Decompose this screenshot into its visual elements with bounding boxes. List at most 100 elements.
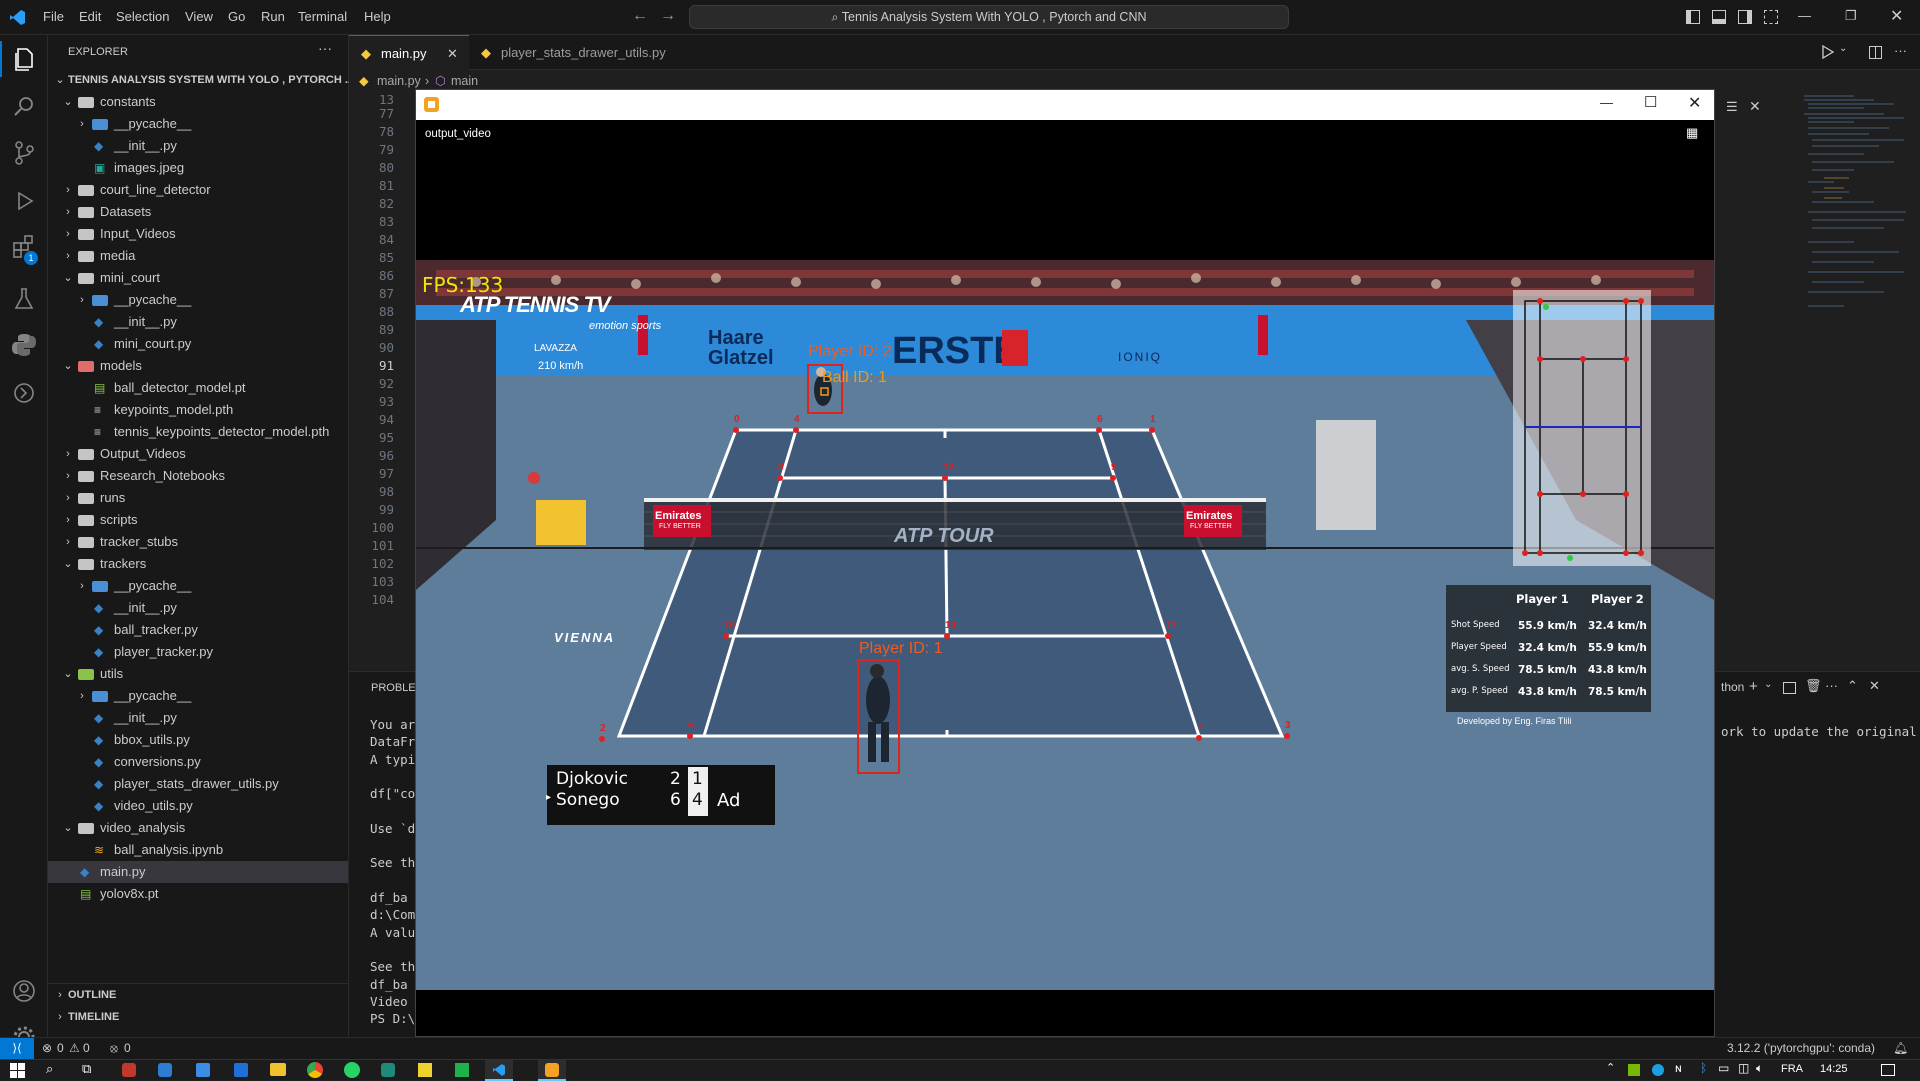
close-tab-icon[interactable]: ✕ <box>447 36 458 71</box>
outline-section[interactable]: › OUTLINE <box>48 984 348 1006</box>
video-window[interactable]: — ☐ ✕ output_video ▦ FPS:133 ATP TENNIS … <box>415 89 1715 1037</box>
tree-folder[interactable]: ⌄ trackers <box>48 553 348 575</box>
task-view-icon[interactable]: ⧉ <box>82 1061 91 1077</box>
app-teal-icon[interactable] <box>381 1063 395 1077</box>
accounts-icon[interactable] <box>10 977 38 1005</box>
toolbar-toggle-icon[interactable]: ▦ <box>1686 125 1698 141</box>
chrome-icon[interactable] <box>307 1062 323 1078</box>
tree-file[interactable]: ◆ video_utils.py <box>48 795 348 817</box>
chevron-down-icon[interactable]: ⌄ <box>1839 43 1847 54</box>
tree-folder[interactable]: › tracker_stubs <box>48 531 348 553</box>
more-actions-icon[interactable]: ··· <box>318 40 332 56</box>
back-arrow-icon[interactable]: ← <box>632 7 648 25</box>
tree-folder[interactable]: › __pycache__ <box>48 113 348 135</box>
tree-file[interactable]: ◆ player_stats_drawer_utils.py <box>48 773 348 795</box>
app-red-icon[interactable] <box>122 1063 136 1077</box>
tree-file[interactable]: ≋ ball_analysis.ipynb <box>48 839 348 861</box>
tree-folder[interactable]: ⌄ models <box>48 355 348 377</box>
tray-app-icon[interactable] <box>1652 1064 1664 1076</box>
source-control-icon[interactable] <box>10 139 38 167</box>
minimap[interactable] <box>1794 92 1914 392</box>
tab-player-stats-drawer-utils[interactable]: ◆ player_stats_drawer_utils.py <box>469 35 666 70</box>
menu-run[interactable]: Run <box>261 9 285 24</box>
tree-file[interactable]: ◆ ball_tracker.py <box>48 619 348 641</box>
tray-chevron-up-icon[interactable]: ⌃ <box>1606 1061 1615 1074</box>
python-icon[interactable] <box>10 331 38 359</box>
notifications-bell-icon[interactable]: 🔔︎ <box>1893 1038 1908 1059</box>
tree-file[interactable]: ◆ __init__.py <box>48 597 348 619</box>
timeline-section[interactable]: › TIMELINE <box>48 1006 348 1028</box>
tree-folder[interactable]: › Research_Notebooks <box>48 465 348 487</box>
tab-main-py[interactable]: ◆ main.py ✕ <box>349 35 469 70</box>
file-explorer-icon[interactable] <box>270 1063 286 1076</box>
tree-folder[interactable]: ⌄ constants <box>48 91 348 113</box>
tree-folder[interactable]: › Output_Videos <box>48 443 348 465</box>
error-icon[interactable]: ⊗ <box>42 1038 52 1059</box>
list-filter-icon[interactable]: ☰ <box>1726 99 1738 115</box>
volume-icon[interactable]: 🔈︎ <box>1756 1061 1763 1076</box>
menu-help[interactable]: Help <box>364 9 391 24</box>
bluetooth-icon[interactable]: ᛒ <box>1700 1061 1707 1075</box>
tree-file[interactable]: ◆ __init__.py <box>48 707 348 729</box>
tree-folder[interactable]: › media <box>48 245 348 267</box>
tray-app-icon-2[interactable]: ɴ <box>1675 1061 1682 1075</box>
terminal-name[interactable]: thon <box>1721 680 1744 694</box>
tree-folder[interactable]: › Input_Videos <box>48 223 348 245</box>
run-file-icon[interactable] <box>1821 45 1835 59</box>
restore-icon[interactable]: ❐ <box>1845 8 1857 24</box>
forward-arrow-icon[interactable]: → <box>660 7 676 25</box>
menu-view[interactable]: View <box>185 9 213 24</box>
tree-folder[interactable]: › runs <box>48 487 348 509</box>
tree-file[interactable]: ◆ player_tracker.py <box>48 641 348 663</box>
input-language[interactable]: FRA <box>1781 1063 1803 1075</box>
more-actions-icon[interactable]: ··· <box>1894 43 1907 58</box>
close-icon[interactable]: ✕ <box>1688 93 1701 113</box>
trash-icon[interactable]: 🗑 <box>1805 678 1822 694</box>
warning-icon[interactable]: ⚠ <box>69 1038 80 1059</box>
ports-icon[interactable]: ⦻ <box>110 1038 118 1059</box>
run-debug-icon[interactable] <box>10 187 38 215</box>
warning-count[interactable]: 0 <box>83 1038 90 1059</box>
tree-file[interactable]: ◆ bbox_utils.py <box>48 729 348 751</box>
battery-icon[interactable]: ▭ <box>1718 1061 1729 1075</box>
tree-file[interactable]: ◆ __init__.py <box>48 135 348 157</box>
tree-folder[interactable]: › scripts <box>48 509 348 531</box>
remote-explorer-icon[interactable] <box>10 379 38 407</box>
python-interpreter[interactable]: 3.12.2 ('pytorchgpu': conda) <box>1727 1038 1875 1059</box>
minimize-icon[interactable]: — <box>1798 8 1811 23</box>
mail-icon[interactable] <box>234 1063 248 1077</box>
tree-file[interactable]: ▤ yolov8x.pt <box>48 883 348 905</box>
video-player-taskbar-button[interactable] <box>538 1060 566 1081</box>
tree-folder[interactable]: ⌄ video_analysis <box>48 817 348 839</box>
minimize-icon[interactable]: — <box>1600 95 1613 110</box>
tree-folder[interactable]: › __pycache__ <box>48 575 348 597</box>
whatsapp-icon[interactable] <box>344 1062 360 1078</box>
project-root[interactable]: ⌄ TENNIS ANALYSIS SYSTEM WITH YOLO , PYT… <box>48 69 354 91</box>
search-icon[interactable] <box>10 93 38 121</box>
tree-file[interactable]: ≡ tennis_keypoints_detector_model.pth <box>48 421 348 443</box>
app-blue-icon[interactable] <box>158 1063 172 1077</box>
explorer-icon[interactable] <box>10 45 38 73</box>
vscode-taskbar-button[interactable] <box>485 1060 513 1081</box>
tree-file[interactable]: ▣ images.jpeg <box>48 157 348 179</box>
testing-icon[interactable] <box>10 285 38 313</box>
new-terminal-icon[interactable]: + <box>1749 678 1758 695</box>
close-icon[interactable]: ✕ <box>1890 6 1903 26</box>
close-find-icon[interactable]: ✕ <box>1749 98 1761 115</box>
tree-file[interactable]: ▤ ball_detector_model.pt <box>48 377 348 399</box>
toggle-secondary-sidebar-icon[interactable] <box>1738 10 1752 24</box>
more-actions-icon[interactable]: ··· <box>1825 678 1838 693</box>
tree-file[interactable]: ≡ keypoints_model.pth <box>48 399 348 421</box>
tree-folder[interactable]: ⌄ mini_court <box>48 267 348 289</box>
chevron-up-icon[interactable]: ⌃ <box>1847 678 1858 694</box>
tree-folder[interactable]: › Datasets <box>48 201 348 223</box>
tree-file[interactable]: ◆ mini_court.py <box>48 333 348 355</box>
tree-folder[interactable]: › __pycache__ <box>48 289 348 311</box>
menu-go[interactable]: Go <box>228 9 245 24</box>
notification-center-icon[interactable] <box>1881 1064 1895 1076</box>
command-center-search[interactable]: ⌕ Tennis Analysis System With YOLO , Pyt… <box>689 5 1289 29</box>
tree-folder[interactable]: › __pycache__ <box>48 685 348 707</box>
menu-edit[interactable]: Edit <box>79 9 101 24</box>
tree-file[interactable]: ◆ main.py <box>48 861 348 883</box>
error-count[interactable]: 0 <box>57 1038 64 1059</box>
